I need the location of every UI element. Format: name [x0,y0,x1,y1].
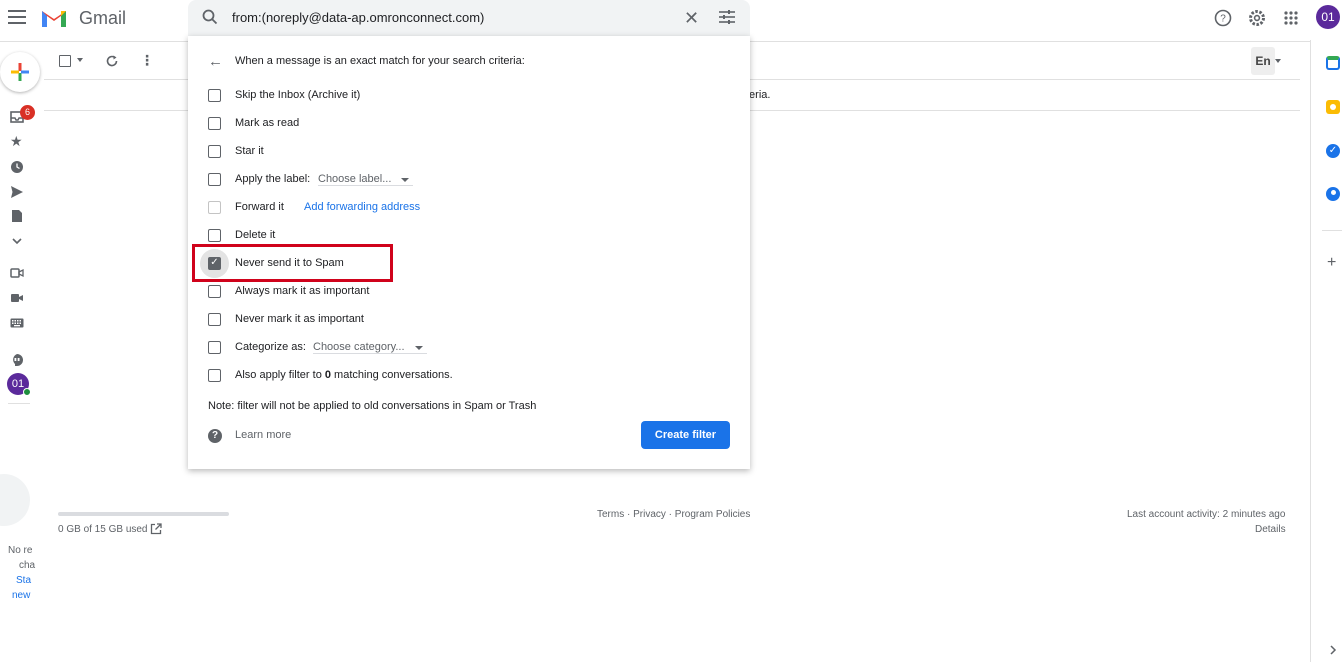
last-activity-text: Last account activity: 2 minutes ago [1127,509,1286,520]
never-important-checkbox[interactable] [208,313,221,326]
top-bar: Gmail from:(noreply@data-ap.omronconnect… [0,0,1344,40]
choose-label-select[interactable]: Choose label... [318,173,414,186]
hangouts-chat-icon[interactable] [10,353,24,367]
storage-usage-bar [58,512,229,516]
choose-category-select[interactable]: Choose category... [313,341,427,354]
option-label: Star it [235,145,264,157]
more-chevron-down-icon[interactable] [10,234,24,248]
option-label: Mark as read [235,117,300,129]
chat-empty-text-1: No re [8,545,33,556]
svg-text:?: ? [1220,14,1226,25]
rail-divider [8,403,30,404]
refresh-icon[interactable] [105,54,119,68]
tasks-icon[interactable]: ✓ [1326,144,1340,158]
help-icon[interactable]: ? [1212,7,1234,29]
search-options-icon[interactable] [719,10,735,24]
snoozed-clock-icon[interactable] [10,160,24,174]
compose-plus-icon [11,63,29,81]
input-tools-caret-icon[interactable] [1275,59,1281,63]
brand-name: Gmail [79,8,127,28]
keyboard-icon[interactable] [10,316,24,330]
compose-button[interactable] [0,52,40,92]
drafts-icon[interactable] [10,209,24,223]
footer-policy-links[interactable]: Terms · Privacy · Program Policies [597,509,750,520]
skip-inbox-checkbox[interactable] [208,89,221,102]
start-chat-link[interactable]: Sta [16,575,31,586]
star-it-checkbox[interactable] [208,145,221,158]
help-question-icon[interactable]: ? [208,429,222,443]
select-all-checkbox[interactable] [59,55,71,67]
mark-as-read-checkbox[interactable] [208,117,221,130]
filter-dialog-header: When a message is an exact match for you… [235,55,525,67]
manage-storage-external-link-icon[interactable] [150,523,162,535]
select-dropdown-caret-icon[interactable] [77,58,83,62]
categorize-checkbox[interactable] [208,341,221,354]
main-menu-icon[interactable] [8,10,26,24]
always-important-checkbox[interactable] [208,285,221,298]
create-filter-dialog: ← When a message is an exact match for y… [188,36,750,469]
dropdown-caret-icon [401,178,410,182]
get-addons-plus-icon[interactable]: + [1327,255,1336,271]
filter-note: Note: filter will not be applied to old … [208,400,537,412]
search-bar[interactable]: from:(noreply@data-ap.omronconnect.com) … [188,0,750,36]
highlight-box-annotation [192,244,393,282]
inbox-unread-badge: 6 [20,105,35,120]
option-label: Skip the Inbox (Archive it) [235,89,361,101]
new-meeting-icon[interactable] [10,266,24,280]
new-chat-link[interactable]: new [12,590,30,601]
starred-icon[interactable]: ★ [10,134,24,148]
account-avatar[interactable]: 01 [1316,5,1340,29]
option-label: Forward it [235,201,284,213]
chat-placeholder-illustration [0,474,30,526]
option-label: Categorize as: [235,341,306,353]
dropdown-caret-icon [414,346,423,350]
activity-details-link[interactable]: Details [1255,524,1286,535]
add-forwarding-address-link[interactable]: Add forwarding address [304,201,420,213]
option-label: Delete it [235,229,276,241]
clear-search-icon[interactable]: ✕ [684,9,699,27]
keep-icon[interactable] [1326,100,1340,114]
contacts-icon[interactable] [1326,187,1340,201]
search-icon[interactable] [202,9,218,25]
storage-usage-text: 0 GB of 15 GB used [58,524,148,535]
create-filter-button[interactable]: Create filter [641,421,730,449]
search-input[interactable]: from:(noreply@data-ap.omronconnect.com) [232,10,484,25]
apply-to-matching-checkbox[interactable] [208,369,221,382]
side-panel-divider [1310,40,1311,662]
side-panel-separator [1322,230,1342,231]
show-side-panel-chevron-icon[interactable] [1329,645,1337,655]
choose-label-value: Choose label... [318,173,392,185]
more-options-icon[interactable]: ⋮ [140,53,154,67]
apply-label-checkbox[interactable] [208,173,221,186]
calendar-icon[interactable] [1326,56,1340,70]
gmail-logo-icon[interactable] [40,7,68,27]
option-label-suffix: matching conversations. [331,369,453,381]
online-status-dot [23,388,31,396]
option-label: Apply the label: [235,173,311,185]
settings-gear-icon[interactable] [1246,7,1268,29]
apps-grid-icon[interactable] [1280,7,1302,29]
option-label: Also apply filter to 0 matching conversa… [235,369,453,381]
option-label: Never mark it as important [235,313,364,325]
input-tools-button[interactable]: En [1251,47,1275,75]
choose-category-value: Choose category... [313,341,405,353]
sent-icon[interactable] [10,185,24,199]
delete-it-checkbox[interactable] [208,229,221,242]
option-label: Always mark it as important [235,285,370,297]
join-meeting-video-icon[interactable] [10,291,24,305]
learn-more-link[interactable]: Learn more [235,429,291,441]
back-arrow-icon[interactable]: ← [208,54,223,69]
option-label-prefix: Also apply filter to [235,369,325,381]
chat-empty-text-2: cha [19,560,36,571]
forward-it-checkbox[interactable] [208,201,221,214]
